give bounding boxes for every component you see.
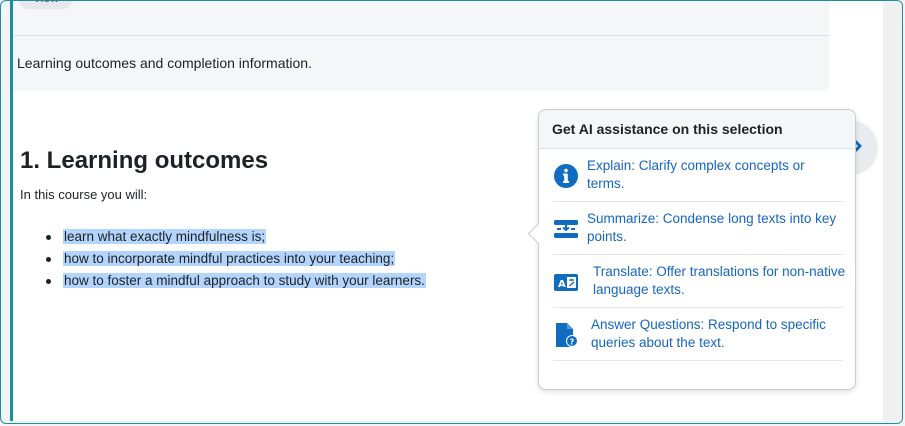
selected-text[interactable]: learn what exactly mindfulness is;	[63, 229, 267, 244]
ai-assistance-popover: Get AI assistance on this selection Expl…	[527, 109, 856, 390]
question-document-icon: ?	[556, 323, 578, 347]
popover-arrow	[527, 222, 550, 245]
translate-icon: A	[554, 274, 578, 291]
list-item[interactable]: how to incorporate mindful practices int…	[43, 249, 426, 271]
activity-info-box: View Learning outcomes and completion in…	[13, 1, 829, 91]
course-content: View Learning outcomes and completion in…	[10, 1, 883, 421]
translate-label[interactable]: Translate: Offer translations for non-na…	[593, 263, 847, 299]
answer-questions-option[interactable]: ? Answer Questions: Respond to specific …	[553, 308, 843, 361]
explain-option[interactable]: Explain: Clarify complex concepts or ter…	[553, 149, 843, 202]
view-badge: View	[19, 1, 73, 9]
learning-outcomes-list: learn what exactly mindfulness is; how t…	[43, 227, 426, 293]
translate-option[interactable]: A Translate: Offer translations for non-…	[553, 255, 845, 308]
list-item[interactable]: how to foster a mindful approach to stud…	[43, 271, 426, 293]
summarize-option[interactable]: Summarize: Condense long texts into key …	[553, 202, 843, 255]
info-icon	[554, 164, 578, 188]
summarize-label[interactable]: Summarize: Condense long texts into key …	[587, 210, 841, 246]
answer-questions-label[interactable]: Answer Questions: Respond to specific qu…	[591, 316, 845, 352]
section-title: 1. Learning outcomes	[20, 147, 269, 174]
bullet-icon	[46, 257, 51, 262]
list-item[interactable]: learn what exactly mindfulness is;	[43, 227, 426, 249]
summarize-icon	[554, 220, 578, 238]
explain-label[interactable]: Explain: Clarify complex concepts or ter…	[587, 157, 841, 193]
right-sidebar-edge	[883, 1, 902, 423]
svg-text:A: A	[558, 279, 566, 290]
bullet-icon	[46, 235, 51, 240]
bullet-icon	[46, 279, 51, 284]
divider	[13, 35, 829, 36]
activity-description: Learning outcomes and completion informa…	[17, 55, 312, 71]
svg-text:?: ?	[570, 337, 575, 346]
page-frame: View Learning outcomes and completion in…	[0, 0, 903, 424]
section-intro: In this course you will:	[20, 187, 148, 202]
selected-text[interactable]: how to incorporate mindful practices int…	[63, 251, 396, 266]
popover-title: Get AI assistance on this selection	[539, 110, 855, 149]
selected-text[interactable]: how to foster a mindful approach to stud…	[63, 273, 426, 288]
